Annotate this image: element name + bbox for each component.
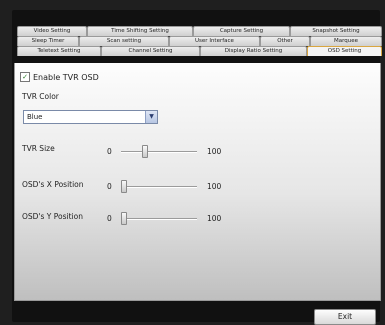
tab-teletext-setting[interactable]: Teletext Setting xyxy=(17,46,101,56)
tvr-color-select[interactable]: Blue ▼ xyxy=(23,110,158,124)
tab-user-interface[interactable]: User Interface xyxy=(169,36,260,46)
tab-marquee[interactable]: Marquee xyxy=(310,36,382,46)
tab-channel-setting[interactable]: Channel Setting xyxy=(101,46,200,56)
tvr-size-max: 100 xyxy=(207,147,222,156)
tab-strip: Video Setting Time Shifting Setting Capt… xyxy=(17,26,382,56)
osd-y-position-min: 0 xyxy=(107,214,112,223)
enable-osd-label: Enable TVR OSD xyxy=(33,72,99,82)
osd-x-position-min: 0 xyxy=(107,182,112,191)
enable-osd-checkbox[interactable]: ✓ xyxy=(20,72,30,82)
osd-x-position-slider-thumb[interactable] xyxy=(121,180,127,193)
osd-x-position-label: OSD's X Position xyxy=(22,180,84,189)
osd-x-position-max: 100 xyxy=(207,182,222,191)
chevron-down-icon[interactable]: ▼ xyxy=(145,111,157,123)
osd-y-position-max: 100 xyxy=(207,214,222,223)
tab-video-setting[interactable]: Video Setting xyxy=(17,26,87,36)
tvr-color-label: TVR Color xyxy=(22,92,59,101)
tab-other[interactable]: Other xyxy=(260,36,310,46)
osd-y-position-label: OSD's Y Position xyxy=(22,212,83,221)
osd-x-position-slider-track[interactable] xyxy=(121,186,197,188)
exit-button[interactable]: Exit xyxy=(314,309,376,325)
tab-time-shifting-setting[interactable]: Time Shifting Setting xyxy=(87,26,193,36)
tab-row-3: Teletext Setting Channel Setting Display… xyxy=(17,46,382,56)
tvr-color-value: Blue xyxy=(27,113,43,121)
tvr-size-slider-thumb[interactable] xyxy=(142,145,148,158)
tab-sleep-timer[interactable]: Sleep Timer xyxy=(17,36,79,46)
enable-osd-row[interactable]: ✓ Enable TVR OSD xyxy=(20,71,99,83)
osd-y-position-slider-track[interactable] xyxy=(121,218,197,220)
tvr-size-label: TVR Size xyxy=(22,144,55,153)
tab-snapshot-setting[interactable]: Snapshot Setting xyxy=(290,26,382,36)
tab-row-1: Video Setting Time Shifting Setting Capt… xyxy=(17,26,382,36)
tab-display-ratio-setting[interactable]: Display Ratio Setting xyxy=(200,46,307,56)
tab-capture-setting[interactable]: Capture Setting xyxy=(193,26,290,36)
tvr-size-slider-track[interactable] xyxy=(121,151,197,153)
osd-y-position-slider-thumb[interactable] xyxy=(121,212,127,225)
tvr-size-min: 0 xyxy=(107,147,112,156)
tab-row-2: Sleep Timer Scan setting User Interface … xyxy=(17,36,382,46)
tab-osd-setting[interactable]: OSD Setting xyxy=(307,46,382,56)
tab-scan-setting[interactable]: Scan setting xyxy=(79,36,169,46)
